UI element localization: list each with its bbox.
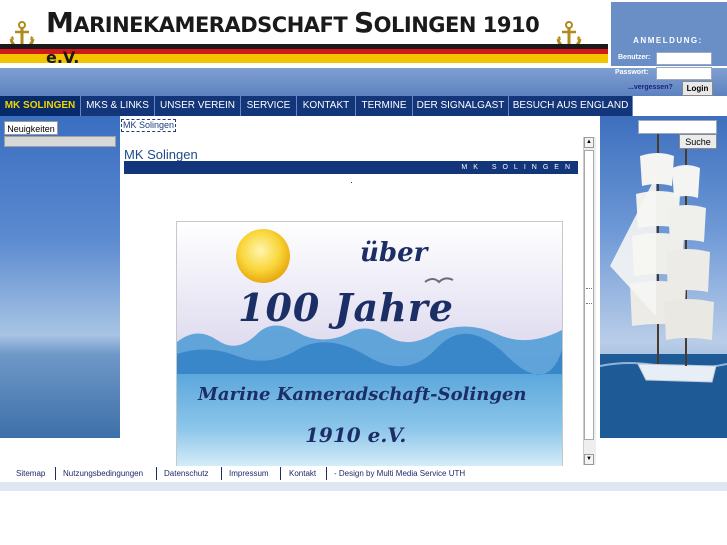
footer-separator	[156, 467, 157, 480]
footer-separator	[326, 467, 327, 480]
banner-text-ueber: über	[360, 238, 428, 268]
scroll-down-arrow-icon[interactable]: ▼	[584, 454, 594, 465]
news-tab[interactable]: Neuigkeiten	[4, 121, 58, 135]
nav-item-der-signalgast[interactable]: DER SIGNALGAST	[413, 96, 509, 116]
footer-separator	[280, 467, 281, 480]
banner-text-club-name: Marine Kameradschaft-Solingen	[198, 384, 527, 405]
footer-link-impressum[interactable]: Impressum	[229, 469, 269, 478]
footer-separator	[55, 467, 56, 480]
nav-item-unser-verein[interactable]: UNSER VEREIN	[155, 96, 241, 116]
main-nav: MK SOLINGEN MKS & LINKS UNSER VEREIN SER…	[0, 96, 633, 116]
footer-link-sitemap[interactable]: Sitemap	[16, 469, 45, 478]
banner-text-100-jahre: 100 Jahre	[238, 285, 454, 330]
password-input[interactable]	[656, 67, 712, 80]
search-input[interactable]	[638, 120, 717, 134]
login-title: ANMELDUNG:	[633, 36, 703, 45]
username-label: Benutzer:	[618, 54, 651, 61]
password-label: Passwort:	[615, 69, 649, 76]
forgot-password-link[interactable]: ...vergessen?	[628, 84, 673, 91]
breadcrumb[interactable]: MK Solingen	[121, 119, 177, 132]
news-panel	[4, 136, 116, 147]
nav-item-besuch-aus-england[interactable]: BESUCH AUS ENGLAND	[509, 96, 633, 116]
site-title-suffix: e.V.	[46, 48, 80, 67]
username-input[interactable]	[656, 52, 712, 65]
left-sea-image	[0, 116, 120, 438]
nav-item-termine[interactable]: TERMINE	[356, 96, 413, 116]
footer-link-kontakt[interactable]: Kontakt	[289, 469, 316, 478]
banner-text-year: 1910 e.V.	[305, 423, 407, 447]
nav-item-mk-solingen[interactable]: MK SOLINGEN	[0, 96, 81, 116]
nav-item-mks-links[interactable]: MKS & LINKS	[81, 96, 155, 116]
flag-stripe-gold	[0, 54, 608, 63]
footer-link-nutzungsbedingungen[interactable]: Nutzungsbedingungen	[63, 469, 143, 478]
page-title: MK Solingen	[124, 147, 198, 162]
login-button[interactable]: Login	[682, 81, 713, 96]
spacer-dot	[351, 182, 352, 183]
nav-item-kontakt[interactable]: KONTAKT	[297, 96, 356, 116]
footer-separator	[221, 467, 222, 480]
scroll-up-arrow-icon[interactable]: ▲	[584, 137, 594, 148]
search-button[interactable]: Suche	[679, 134, 717, 149]
footer-link-datenschutz[interactable]: Datenschutz	[164, 469, 208, 478]
sailing-ship-image	[599, 116, 727, 438]
section-title-bar: MK SOLINGEN	[124, 161, 578, 174]
footer-bar	[0, 482, 727, 491]
footer-credit: - Design by Multi Media Service UTH	[334, 469, 466, 478]
site-title[interactable]: MARINEKAMERADSCHAFT SOLINGEN 1910	[46, 6, 540, 39]
scroll-grip-icon	[586, 288, 592, 304]
nav-item-service[interactable]: SERVICE	[241, 96, 297, 116]
